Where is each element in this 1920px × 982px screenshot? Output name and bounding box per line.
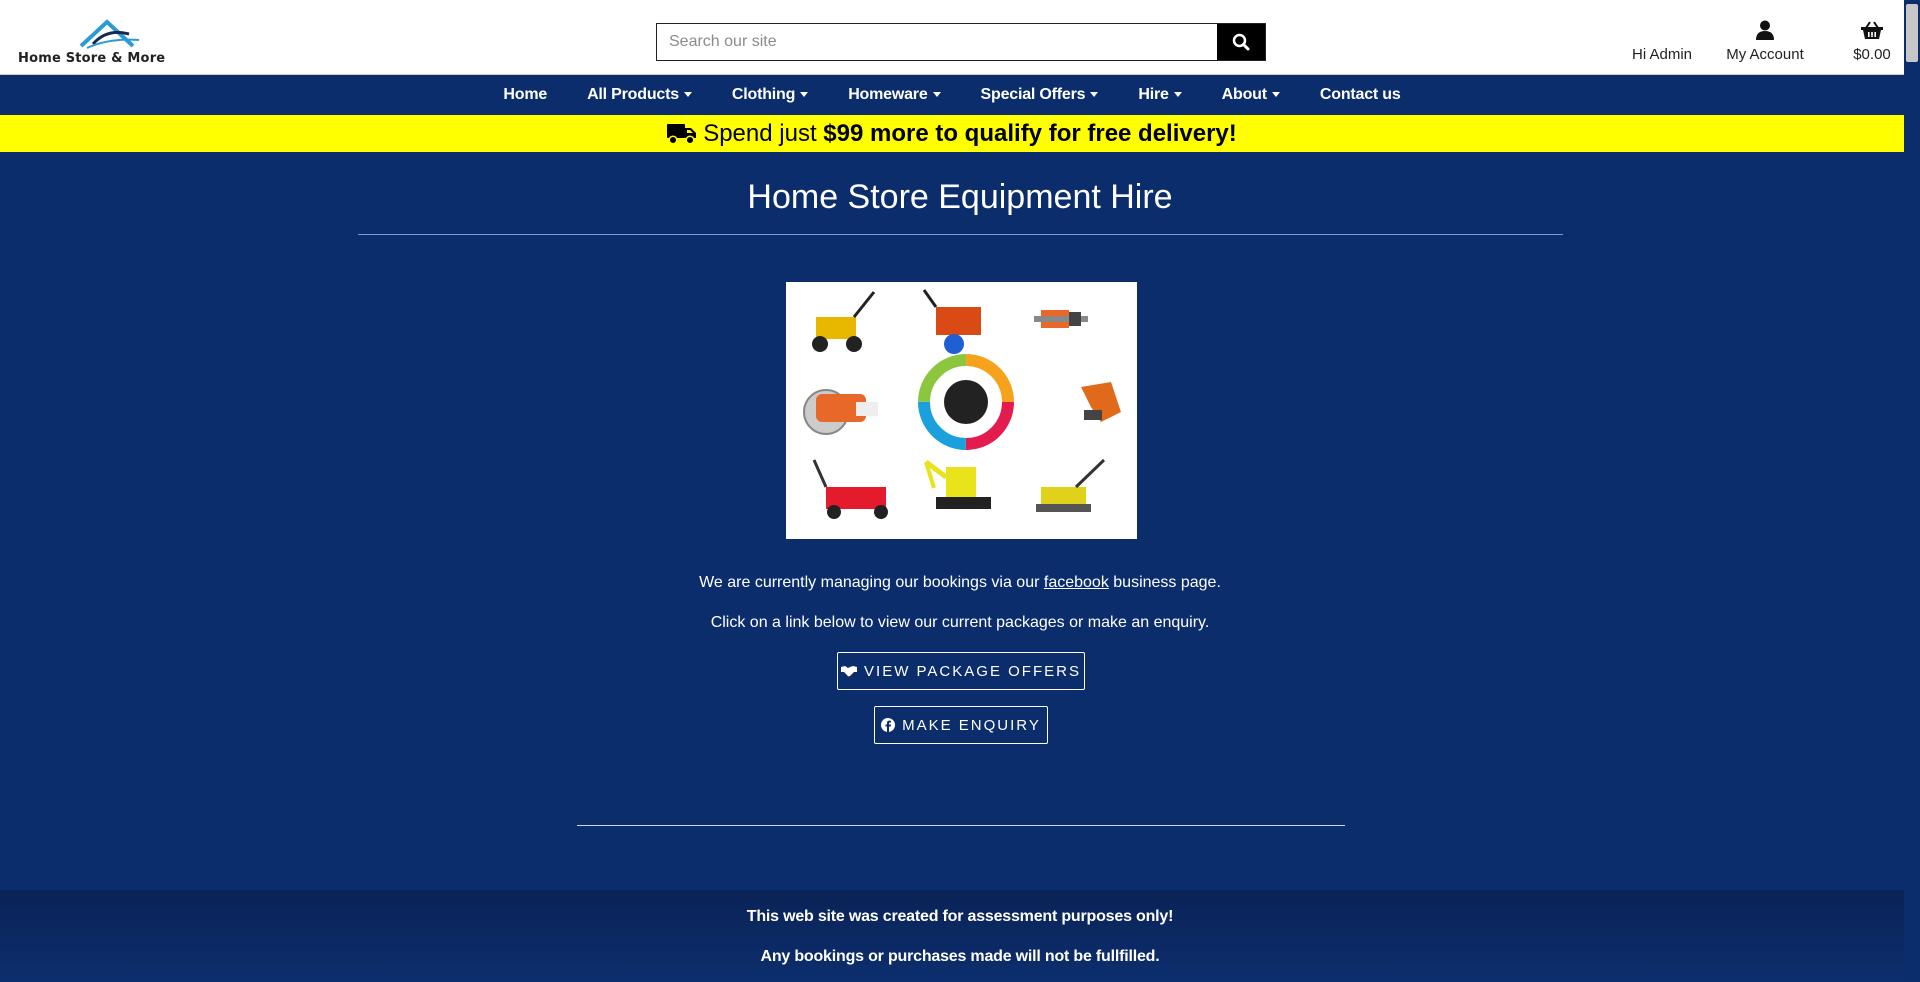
caret-down-icon [1173, 92, 1182, 98]
search-box [656, 23, 1266, 61]
caret-down-icon [800, 92, 809, 98]
search-button[interactable] [1217, 24, 1265, 60]
nav-about[interactable]: About [1222, 86, 1280, 104]
bookings-paragraph: We are currently managing our bookings v… [699, 574, 1221, 591]
my-account-label: My Account [1726, 46, 1804, 63]
my-account-link[interactable]: My Account [1720, 18, 1810, 63]
nav-hire[interactable]: Hire [1138, 86, 1182, 104]
handshake-icon [841, 666, 858, 677]
logo-mark-icon [79, 19, 140, 49]
site-footer: This web site was created for assessment… [0, 890, 1904, 982]
caret-down-icon [1090, 92, 1099, 98]
logo-text: Home Store & More [18, 51, 166, 66]
nav-clothing[interactable]: Clothing [732, 86, 809, 104]
caret-down-icon [932, 92, 941, 98]
promo-amount: $99 more to qualify for free delivery! [823, 119, 1237, 147]
equipment-hire-image [786, 282, 1137, 539]
facebook-link[interactable]: facebook [1044, 574, 1109, 591]
cart-link[interactable]: $0.00 [1842, 18, 1902, 63]
user-icon [1756, 20, 1774, 40]
cart-total: $0.00 [1853, 46, 1891, 63]
view-package-offers-button[interactable]: VIEW PACKAGE OFFERS [837, 652, 1085, 690]
truck-icon [667, 123, 697, 145]
footer-disclaimer-2: Any bookings or purchases made will not … [760, 948, 1160, 965]
search-icon [1232, 33, 1250, 51]
instructions-paragraph: Click on a link below to view our curren… [710, 614, 1210, 631]
footer-disclaimer-1: This web site was created for assessment… [746, 908, 1174, 925]
promo-text: Spend just [703, 119, 817, 147]
title-divider [358, 234, 1563, 235]
content-divider [577, 825, 1345, 826]
facebook-icon [881, 718, 896, 732]
caret-down-icon [683, 92, 692, 98]
basket-icon [1861, 21, 1883, 39]
greeting: Hi Admin [1632, 46, 1693, 63]
nav-special-offers[interactable]: Special Offers [981, 86, 1099, 104]
search-input[interactable] [657, 24, 1217, 60]
scrollbar-thumb[interactable] [1906, 4, 1918, 62]
page-title: Home Store Equipment Hire [747, 178, 1173, 216]
site-header: Home Store & More Hi Admin My Account [0, 0, 1920, 75]
nav-homeware[interactable]: Homeware [848, 86, 941, 104]
make-enquiry-button[interactable]: MAKE ENQUIRY [874, 706, 1048, 744]
main-nav: Home All Products Clothing Homeware Spec… [0, 75, 1904, 115]
page-scrollbar[interactable] [1904, 0, 1920, 982]
nav-contact-us[interactable]: Contact us [1320, 86, 1401, 104]
free-delivery-banner: Spend just $99 more to qualify for free … [0, 115, 1904, 152]
nav-home[interactable]: Home [503, 86, 547, 104]
caret-down-icon [1271, 92, 1280, 98]
site-logo[interactable]: Home Store & More [18, 18, 178, 68]
nav-all-products[interactable]: All Products [587, 86, 692, 104]
equipment-collage-icon [786, 282, 1137, 539]
